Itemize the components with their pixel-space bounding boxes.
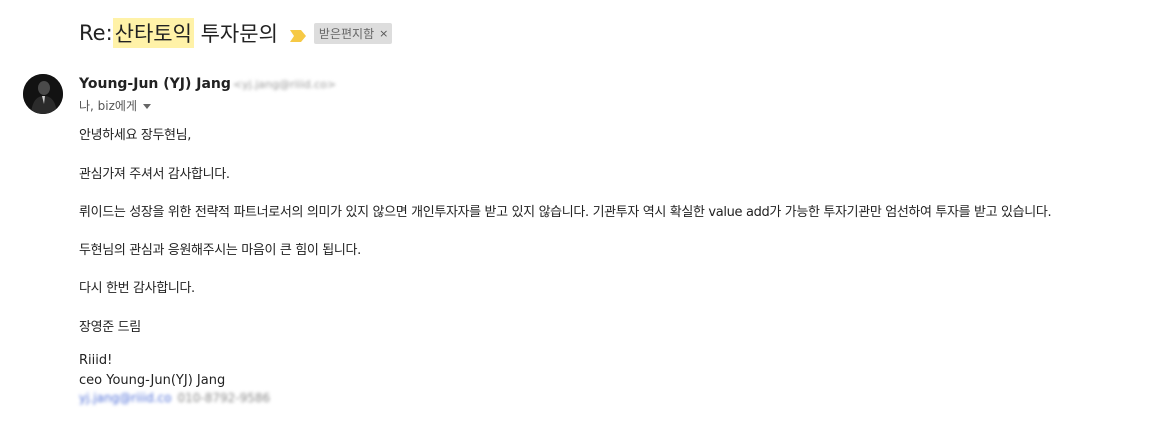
- signature-contact: yj.jang@riiid.co 010-8792-9586: [79, 391, 270, 405]
- signature-title: ceo Young-Jun(YJ) Jang: [79, 373, 226, 388]
- chevron-down-icon[interactable]: [143, 104, 151, 109]
- body-greeting: 안녕하세요 장두현님,: [79, 128, 192, 143]
- sender-row: Young-Jun (YJ) Jang <yj.jang@riiid.co>: [79, 76, 336, 92]
- body-thanks: 관심가져 주셔서 감사합니다.: [79, 167, 230, 182]
- signature-company: Riiid!: [79, 353, 113, 368]
- body-signoff: 장영준 드림: [79, 320, 141, 335]
- importance-marker-icon[interactable]: [289, 27, 306, 42]
- subject-rest: 투자문의: [193, 22, 278, 46]
- subject-highlight: 산타토익: [112, 18, 194, 48]
- subject-prefix: Re:: [79, 21, 113, 45]
- signature-phone: 010-8792-9586: [177, 391, 271, 405]
- signature-email-link[interactable]: yj.jang@riiid.co: [79, 391, 171, 405]
- label-text: 받은편지함: [318, 26, 375, 41]
- body-closing: 다시 한번 감사합니다.: [79, 281, 195, 296]
- body-appreciation: 두현님의 관심과 응원해주시는 마음이 큰 힘이 됩니다.: [79, 243, 361, 258]
- inbox-label-chip[interactable]: 받은편지함 ×: [313, 22, 393, 44]
- recipients-text: 나, biz에게: [79, 99, 137, 113]
- subject-row: Re: 산타토익 투자문의 받은편지함 ×: [79, 16, 393, 50]
- body-main-paragraph: 뤼이드는 성장을 위한 전략적 파트너로서의 의미가 있지 않으면 개인투자자를…: [79, 205, 1052, 220]
- sender-avatar[interactable]: [23, 74, 63, 114]
- email-subject: Re: 산타토익 투자문의: [79, 18, 278, 48]
- sender-email: <yj.jang@riiid.co>: [232, 78, 337, 91]
- sender-name[interactable]: Young-Jun (YJ) Jang: [79, 76, 231, 92]
- recipients-toggle[interactable]: 나, biz에게: [79, 97, 151, 114]
- remove-label-icon[interactable]: ×: [379, 27, 388, 40]
